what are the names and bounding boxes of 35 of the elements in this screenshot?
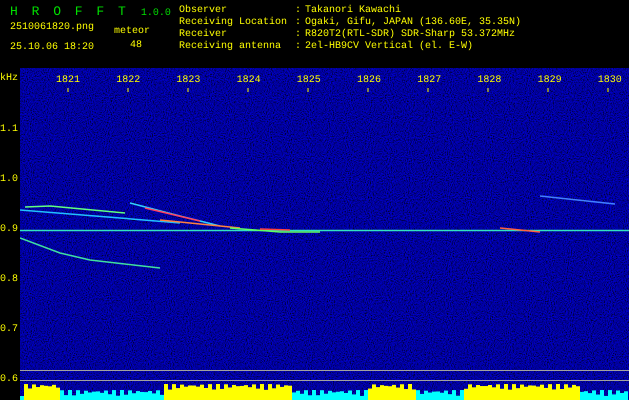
y-tick-label: 1.0 <box>0 174 18 186</box>
x-tick-label: 1821 <box>56 75 80 87</box>
info-label: Receiving antenna <box>179 41 282 53</box>
y-tick-label: 0.7 <box>0 324 18 336</box>
y-tick-label: 0.6 <box>0 374 18 386</box>
app-title: H R O F F T <box>10 5 129 19</box>
x-tick-label: 1823 <box>176 75 200 87</box>
info-label: Receiving Location <box>179 17 288 28</box>
x-tick-label: 1822 <box>116 75 140 87</box>
info-colon: : <box>295 41 302 53</box>
y-tick-label: 1.1 <box>0 124 18 136</box>
date-time: 25.10.06 18:20 <box>10 42 94 54</box>
x-tick-label: 1824 <box>236 75 261 87</box>
axis-unit: kHz <box>0 73 18 85</box>
x-tick-label: 1828 <box>477 75 502 87</box>
x-tick-label: 1829 <box>538 75 562 87</box>
meteor-count: 48 <box>129 40 144 52</box>
x-tick-label: 1827 <box>417 75 442 87</box>
x-tick-label: 1825 <box>296 75 321 87</box>
x-tick-label: 1826 <box>357 75 382 87</box>
info-value: R820T2(RTL-SDR) SDR-Sharp 53.372MHz <box>305 29 516 40</box>
info-colon: : <box>295 29 302 41</box>
info-label: Receiver <box>179 29 228 40</box>
app-version: 1.0.0 <box>140 8 171 20</box>
info-colon: : <box>295 5 302 17</box>
info-label: Observer <box>179 5 228 16</box>
y-tick-label: 0.9 <box>0 224 18 236</box>
info-value: Ogaki, Gifu, JAPAN (136.60E, 35.35N) <box>305 17 522 28</box>
file-name: 2510061820.png <box>10 22 94 34</box>
x-tick-label: 1830 <box>598 75 622 87</box>
meteor-label: meteor <box>114 26 150 38</box>
info-value: 2el-HB9CV Vertical (el. E-W) <box>305 41 474 53</box>
info-value: Takanori Kawachi <box>305 5 402 16</box>
info-colon: : <box>295 17 302 29</box>
y-tick-label: 0.8 <box>0 274 18 286</box>
